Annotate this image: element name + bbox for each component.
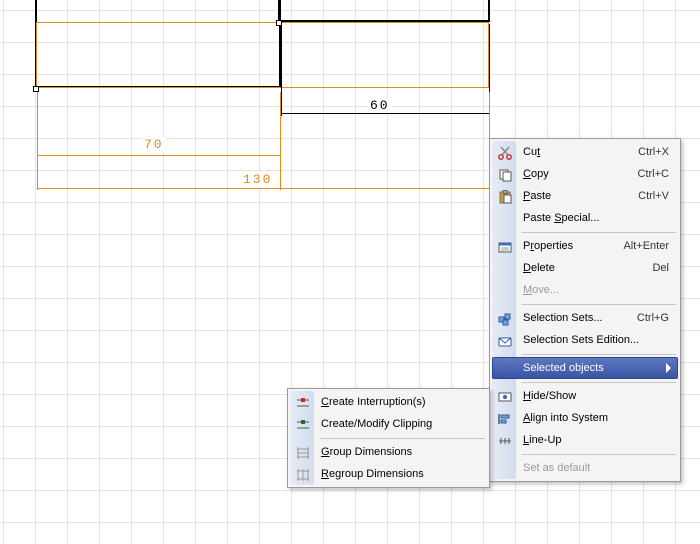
dimension-value: 130: [241, 172, 274, 187]
menu-item-shortcut: Alt+Enter: [599, 240, 669, 252]
dimension-line: [281, 113, 490, 114]
line-up-icon: [497, 433, 513, 449]
menu-item-delete[interactable]: Delete Del: [492, 257, 678, 279]
menu-item-label: Set as default: [523, 462, 669, 474]
menu-item-selection-sets[interactable]: Selection Sets... Ctrl+G: [492, 307, 678, 329]
shape-rect: [278, 0, 490, 22]
menu-item-align-into-system[interactable]: Align into System: [492, 407, 678, 429]
menu-item-label: Group Dimensions: [321, 446, 478, 458]
menu-item-properties[interactable]: Properties Alt+Enter: [492, 235, 678, 257]
menu-item-label: Line-Up: [523, 434, 669, 446]
menu-item-label: Selection Sets Edition...: [523, 334, 669, 346]
menu-item-selection-sets-edition[interactable]: Selection Sets Edition...: [492, 329, 678, 351]
dimension-ext: [281, 24, 282, 116]
dimension-line: [37, 188, 490, 189]
menu-item-label: Delete: [523, 262, 628, 274]
menu-item-label: Properties: [523, 240, 599, 252]
menu-item-paste-special[interactable]: Paste Special...: [492, 207, 678, 229]
menu-item-move: Move...: [492, 279, 678, 301]
menu-item-line-up[interactable]: Line-Up: [492, 429, 678, 451]
dimension-value: 60: [368, 98, 392, 113]
cut-icon: [497, 145, 513, 161]
menu-item-label: Selection Sets...: [523, 312, 613, 324]
menu-item-paste[interactable]: Paste Ctrl+V: [492, 185, 678, 207]
menu-item-shortcut: Ctrl+V: [614, 190, 669, 202]
hide-show-icon: [497, 389, 513, 405]
dimension-line: [37, 155, 281, 156]
menu-item-label: Create Interruption(s): [321, 396, 478, 408]
menu-item-label: Create/Modify Clipping: [321, 418, 478, 430]
menu-item-shortcut: Ctrl+G: [613, 312, 669, 324]
group-dimensions-icon: [295, 445, 311, 461]
properties-icon: [497, 239, 513, 255]
menu-item-hide-show[interactable]: Hide/Show: [492, 385, 678, 407]
menu-item-label: Copy: [523, 168, 614, 180]
menu-item-selected-objects[interactable]: Selected objects: [492, 357, 678, 379]
menu-item-label: Paste: [523, 190, 614, 202]
menu-item-shortcut: Del: [628, 262, 669, 274]
dimension-ext: [280, 92, 281, 190]
menu-item-label: Move...: [523, 284, 669, 296]
submenu-selected-objects: Create Interruption(s) Create/Modify Cli…: [287, 388, 490, 488]
menu-item-shortcut: Ctrl+X: [614, 146, 669, 158]
dimension-ext: [37, 92, 38, 190]
selection-sets-icon: [497, 311, 513, 327]
regroup-dimensions-icon: [295, 467, 311, 483]
resize-handle[interactable]: [33, 86, 39, 92]
menu-item-create-interruption[interactable]: Create Interruption(s): [290, 391, 487, 413]
menu-item-label: Paste Special...: [523, 212, 669, 224]
menu-item-group-dimensions[interactable]: Group Dimensions: [290, 441, 487, 463]
menu-item-label: Regroup Dimensions: [321, 468, 478, 480]
selection-sets-edition-icon: [497, 333, 513, 349]
menu-item-create-modify-clipping[interactable]: Create/Modify Clipping: [290, 413, 487, 435]
menu-item-shortcut: Ctrl+C: [614, 168, 669, 180]
context-menu: Cut Ctrl+X Copy Ctrl+C Paste Ctrl+V Past…: [489, 138, 681, 482]
menu-item-copy[interactable]: Copy Ctrl+C: [492, 163, 678, 185]
menu-item-label: Hide/Show: [523, 390, 669, 402]
menu-item-cut[interactable]: Cut Ctrl+X: [492, 141, 678, 163]
menu-item-regroup-dimensions[interactable]: Regroup Dimensions: [290, 463, 487, 485]
menu-item-set-as-default: Set as default: [492, 457, 678, 479]
menu-item-label: Align into System: [523, 412, 669, 424]
submenu-arrow-icon: [666, 363, 671, 373]
dimension-value: 70: [142, 137, 166, 152]
copy-icon: [497, 167, 513, 183]
paste-icon: [497, 189, 513, 205]
menu-item-label: Cut: [523, 146, 614, 158]
selection-rect: [36, 22, 489, 88]
align-icon: [497, 411, 513, 427]
interruption-icon: [295, 395, 311, 411]
clipping-icon: [295, 417, 311, 433]
menu-item-label: Selected objects: [523, 362, 669, 374]
